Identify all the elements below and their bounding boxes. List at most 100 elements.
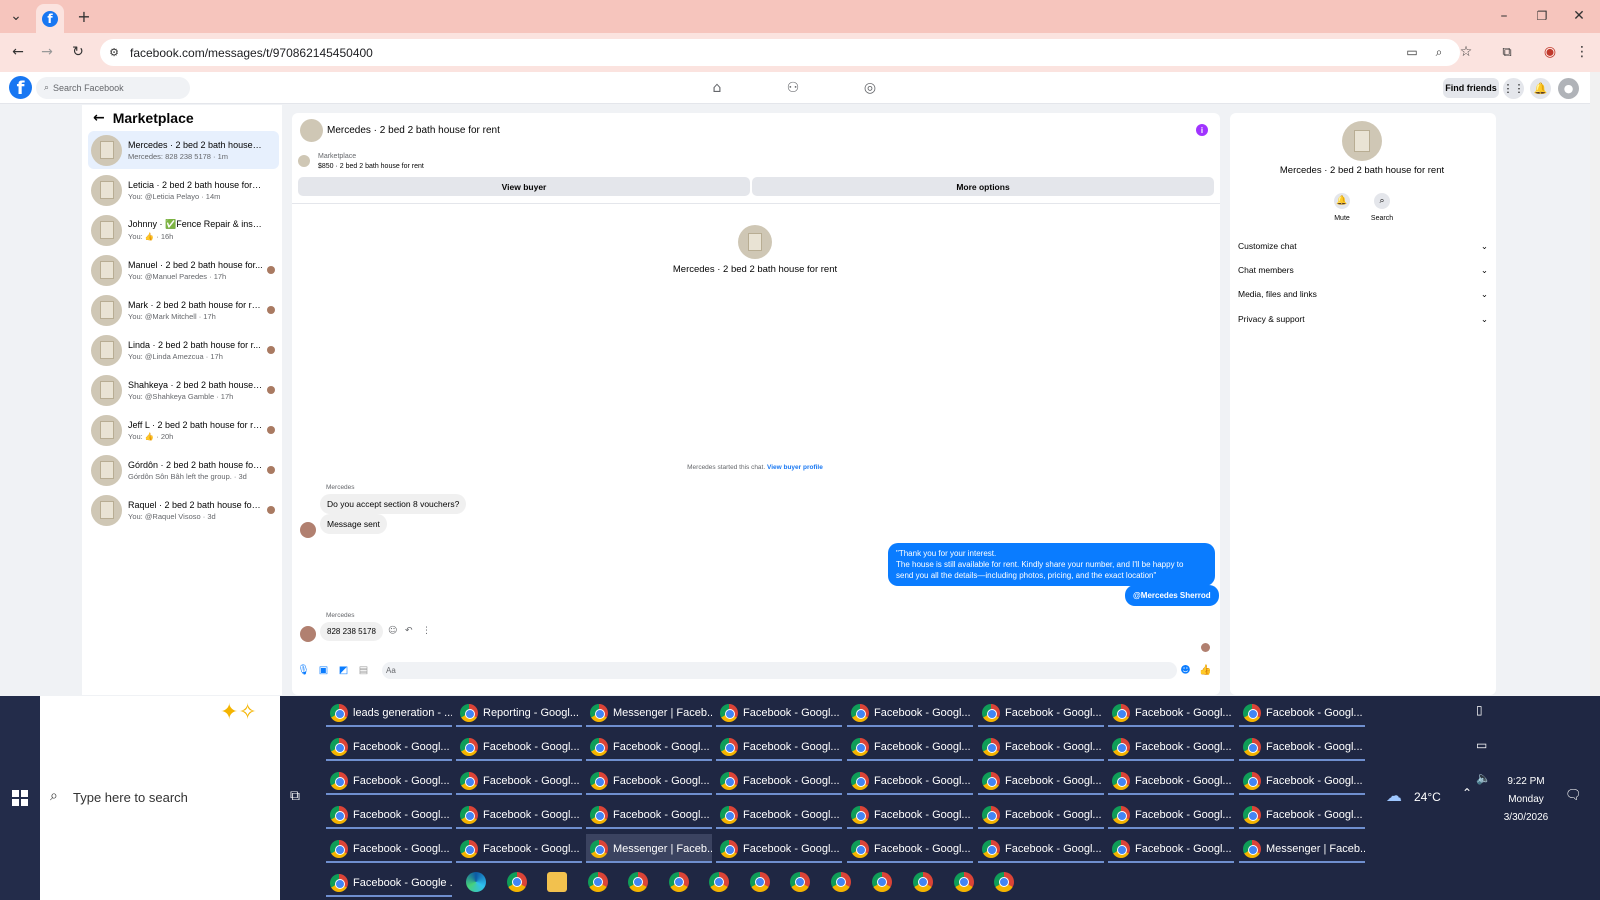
conversation-item[interactable]: Shahkeya · 2 bed 2 bath house f... You: @… xyxy=(88,371,279,409)
search-icon[interactable]: ⌕ xyxy=(1374,193,1390,209)
taskbar-window-button[interactable]: Facebook - Googl... xyxy=(847,766,973,795)
taskbar-window-button[interactable]: Facebook - Googl... xyxy=(1108,698,1234,727)
taskbar-window-button[interactable]: Facebook - Googl... xyxy=(326,766,452,795)
taskbar-window-button[interactable]: Facebook - Googl... xyxy=(586,732,712,761)
emoji-icon[interactable]: ☻ xyxy=(1180,665,1191,676)
incoming-message[interactable]: 828 238 5178 xyxy=(320,622,383,641)
profile-icon[interactable]: ◉ xyxy=(1538,40,1562,64)
bookmark-star-icon[interactable]: ☆ xyxy=(1454,40,1478,64)
weather-temperature[interactable]: 24°C xyxy=(1414,790,1441,804)
view-buyer-profile-link[interactable]: View buyer profile xyxy=(767,464,823,471)
media-files-links-section[interactable]: Media, files and links ⌄ xyxy=(1238,286,1488,302)
chrome-icon[interactable] xyxy=(588,872,608,892)
volume-icon[interactable]: 🔈 xyxy=(1476,771,1491,785)
weather-cloud-icon[interactable]: ☁ xyxy=(1386,786,1402,805)
browser-tab-facebook[interactable]: f xyxy=(36,4,64,33)
outgoing-mention[interactable]: @Mercedes Sherrod xyxy=(1125,585,1219,606)
display-icon[interactable]: ▭ xyxy=(1476,738,1487,752)
incoming-message[interactable]: Message sent xyxy=(320,514,387,534)
back-icon[interactable]: ← xyxy=(6,40,30,64)
taskbar-window-button[interactable]: Facebook - Googl... xyxy=(1108,732,1234,761)
sticker-icon[interactable]: ◩ xyxy=(338,665,349,676)
taskbar-window-button[interactable]: Facebook - Googl... xyxy=(847,800,973,829)
chrome-icon[interactable] xyxy=(790,872,810,892)
conversation-item[interactable]: Raquel · 2 bed 2 bath house for ... You: … xyxy=(88,491,279,529)
conversation-item[interactable]: Jeff L · 2 bed 2 bath house for re... You… xyxy=(88,411,279,449)
find-friends-button[interactable]: Find friends xyxy=(1443,78,1499,98)
notifications-icon[interactable]: 🗨 xyxy=(1565,788,1582,803)
react-emoji-icon[interactable]: ☺ xyxy=(388,626,397,636)
more-options-button[interactable]: More options xyxy=(752,177,1214,196)
groups-icon[interactable]: ◎ xyxy=(861,79,879,97)
forward-icon[interactable]: → xyxy=(35,40,59,64)
taskbar-search-placeholder[interactable]: Type here to search xyxy=(73,790,188,805)
taskbar-window-button[interactable]: Messenger | Faceb... xyxy=(1239,834,1365,863)
taskbar-window-button[interactable]: Facebook - Googl... xyxy=(847,732,973,761)
extensions-icon[interactable]: ⧉ xyxy=(1495,40,1519,64)
taskbar-window-button[interactable]: Facebook - Googl... xyxy=(326,732,452,761)
taskbar-window-button[interactable]: Facebook - Googl... xyxy=(978,698,1104,727)
taskbar-window-button[interactable]: Facebook - Googl... xyxy=(1239,766,1365,795)
site-info-icon[interactable]: ⚙ xyxy=(102,40,126,64)
customize-chat-section[interactable]: Customize chat ⌄ xyxy=(1238,238,1488,254)
taskbar-window-button[interactable]: Facebook - Googl... xyxy=(978,766,1104,795)
reload-icon[interactable]: ↻ xyxy=(66,40,90,64)
conversation-item[interactable]: Linda · 2 bed 2 bath house for r... You: … xyxy=(88,331,279,369)
chrome-icon[interactable] xyxy=(872,872,892,892)
taskbar-window-button[interactable]: Facebook - Googl... xyxy=(1108,766,1234,795)
reply-icon[interactable]: ↶ xyxy=(405,626,413,636)
gif-icon[interactable]: ▤ xyxy=(358,665,369,676)
taskbar-window-button[interactable]: Facebook - Googl... xyxy=(1239,698,1365,727)
taskbar-window-button[interactable]: Facebook - Googl... xyxy=(456,800,582,829)
taskbar-window-button[interactable]: Facebook - Googl... xyxy=(586,766,712,795)
taskbar-window-button[interactable]: Reporting - Googl... xyxy=(456,698,582,727)
taskbar-window-button[interactable]: Facebook - Googl... xyxy=(716,834,842,863)
taskbar-window-button[interactable]: Facebook - Googl... xyxy=(716,732,842,761)
account-avatar[interactable]: ● xyxy=(1558,78,1579,99)
close-window-button[interactable]: ✕ xyxy=(1567,4,1591,28)
taskbar-window-button[interactable]: Facebook - Googl... xyxy=(978,834,1104,863)
view-buyer-button[interactable]: View buyer xyxy=(298,177,750,196)
chrome-icon[interactable] xyxy=(831,872,851,892)
taskbar-window-button[interactable]: Messenger | Faceb... xyxy=(586,698,712,727)
chrome-icon[interactable] xyxy=(628,872,648,892)
install-app-icon[interactable]: ▭ xyxy=(1400,40,1424,64)
new-tab-button[interactable]: + xyxy=(72,4,96,28)
chat-header-avatar[interactable] xyxy=(300,119,323,142)
mute-bell-icon[interactable]: 🔔 xyxy=(1334,193,1350,209)
chat-members-section[interactable]: Chat members ⌄ xyxy=(1238,262,1488,278)
taskbar-window-button[interactable]: Facebook - Googl... xyxy=(716,800,842,829)
taskbar-window-button[interactable]: Facebook - Googl... xyxy=(456,834,582,863)
task-view-icon[interactable]: ⧉ xyxy=(290,788,300,804)
taskbar-window-button[interactable]: Facebook - Googl... xyxy=(978,800,1104,829)
conversation-item[interactable]: Leticia · 2 bed 2 bath house for rent You… xyxy=(88,171,279,209)
conversation-item[interactable]: Mercedes · 2 bed 2 bath house for... Merc… xyxy=(88,131,279,169)
show-hidden-icons-chevron-icon[interactable]: ⌃ xyxy=(1462,786,1472,800)
chrome-icon[interactable] xyxy=(507,872,527,892)
facebook-logo-icon[interactable]: f xyxy=(9,76,32,99)
chrome-icon[interactable] xyxy=(954,872,974,892)
taskbar-window-button[interactable]: Facebook - Googl... xyxy=(586,800,712,829)
chrome-icon[interactable] xyxy=(709,872,729,892)
friends-icon[interactable]: ⚇ xyxy=(784,79,802,97)
copilot-sparkle-icon[interactable]: ✦✧ xyxy=(220,700,257,725)
chat-title[interactable]: Mercedes · 2 bed 2 bath house for rent xyxy=(327,125,500,136)
outgoing-message[interactable]: "Thank you for your interest. The house … xyxy=(888,543,1215,586)
conversation-item[interactable]: Manuel · 2 bed 2 bath house for... You: @… xyxy=(88,251,279,289)
sender-avatar[interactable] xyxy=(300,522,316,538)
marketplace-listing-info[interactable]: Marketplace $850 · 2 bed 2 bath house fo… xyxy=(318,152,424,172)
apps-grid-icon[interactable]: ⋮⋮ xyxy=(1503,78,1525,99)
chrome-icon[interactable] xyxy=(913,872,933,892)
menu-dots-icon[interactable]: ⋮ xyxy=(1570,40,1594,64)
zoom-icon[interactable]: ⌕ xyxy=(1427,40,1451,64)
privacy-support-section[interactable]: Privacy & support ⌄ xyxy=(1238,311,1488,327)
info-icon[interactable]: i xyxy=(1196,124,1208,136)
microphone-icon[interactable]: 🎙 xyxy=(297,665,310,676)
edge-icon[interactable] xyxy=(466,872,486,892)
restore-button[interactable]: ❐ xyxy=(1530,4,1554,28)
facebook-search-input[interactable]: ⌕ Search Facebook xyxy=(36,77,190,99)
taskbar-window-button[interactable]: Facebook - Googl... xyxy=(847,698,973,727)
taskbar-window-button[interactable]: Facebook - Googl... xyxy=(716,698,842,727)
taskbar-window-button[interactable]: Facebook - Googl... xyxy=(1239,800,1365,829)
back-arrow-icon[interactable]: ← xyxy=(93,110,105,126)
